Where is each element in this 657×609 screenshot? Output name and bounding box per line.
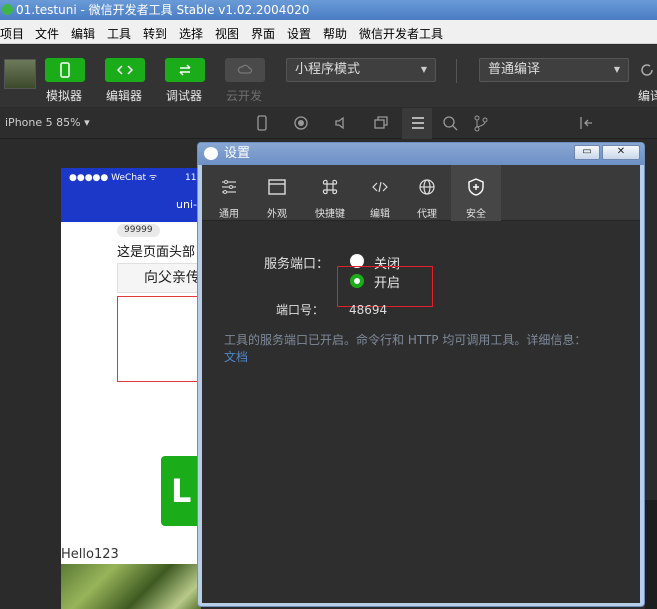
tab-security-label: 安全 bbox=[466, 209, 486, 220]
tab-general[interactable]: 通用 bbox=[204, 165, 254, 221]
sliders-icon bbox=[222, 180, 236, 194]
hello-text: Hello123 bbox=[61, 547, 119, 562]
tab-proxy-label: 代理 bbox=[417, 209, 437, 220]
compile-select-value: 普通编译 bbox=[488, 62, 541, 77]
right-panel-edge bbox=[645, 500, 657, 609]
chevron-down-icon: ▼ bbox=[613, 65, 620, 74]
settings-tabs: 通用 外观 快捷键 编辑 代理 安全 bbox=[202, 165, 640, 221]
simulator-button[interactable] bbox=[45, 58, 85, 82]
settings-dialog: 设置 ▭ ✕ 通用 外观 快捷键 编辑 代理 安全 服务端口： 关闭 开启 端口… bbox=[197, 142, 645, 607]
compile-label: 编译 bbox=[638, 89, 657, 103]
menu-wechat-devtools[interactable]: 微信开发者工具 bbox=[359, 25, 443, 42]
nav-bar: uni- bbox=[61, 188, 201, 222]
menu-select[interactable]: 选择 bbox=[179, 25, 203, 42]
debugger-label: 调试器 bbox=[166, 89, 203, 103]
tab-appearance-label: 外观 bbox=[267, 209, 287, 220]
window-icon bbox=[268, 179, 286, 195]
code-icon bbox=[372, 181, 388, 193]
window-title-bar: 01.testuni - 微信开发者工具 Stable v1.02.200402… bbox=[0, 0, 657, 20]
device-select[interactable]: iPhone 5 85% ▾ bbox=[5, 116, 90, 129]
menu-interface[interactable]: 界面 bbox=[251, 25, 275, 42]
send-to-parent-button[interactable]: 向父亲传 bbox=[117, 263, 201, 293]
volume-icon[interactable] bbox=[332, 114, 350, 132]
phone-icon[interactable] bbox=[253, 114, 271, 132]
menu-view[interactable]: 视图 bbox=[215, 25, 239, 42]
highlight-annotation bbox=[337, 266, 433, 307]
menu-settings[interactable]: 设置 bbox=[287, 25, 311, 42]
toolbar-divider bbox=[456, 59, 457, 83]
wechat-icon bbox=[204, 147, 218, 160]
search-icon[interactable] bbox=[441, 114, 459, 132]
nav-title: uni- bbox=[176, 198, 197, 211]
page-header-text: 这是页面头部 bbox=[117, 245, 196, 260]
tab-general-label: 通用 bbox=[219, 209, 239, 220]
menu-goto[interactable]: 转到 bbox=[143, 25, 167, 42]
chevron-down-icon: ▼ bbox=[420, 65, 427, 74]
shield-icon bbox=[468, 178, 484, 196]
collapse-icon[interactable] bbox=[577, 114, 595, 132]
dialog-title: 设置 bbox=[224, 146, 251, 161]
avatar[interactable] bbox=[4, 59, 36, 89]
app-icon bbox=[2, 4, 13, 15]
debugger-button[interactable] bbox=[165, 58, 205, 82]
main-toolbar: 模拟器 编辑器 调试器 云开发 小程序模式 ▼ 普通编译 ▼ 编译 bbox=[0, 45, 657, 107]
editor-button[interactable] bbox=[105, 58, 145, 82]
count-badge: 99999 bbox=[117, 224, 160, 237]
doc-link[interactable]: 文档 bbox=[224, 348, 248, 365]
phone-status-bar: ●●●●● WeChat ᯤ 11 bbox=[61, 168, 201, 188]
tab-shortcuts[interactable]: 快捷键 bbox=[305, 165, 355, 221]
command-icon bbox=[322, 179, 338, 195]
status-time: 11 bbox=[185, 173, 197, 183]
carrier-status: ●●●●● WeChat ᯤ bbox=[69, 173, 158, 183]
compile-select[interactable]: 普通编译 ▼ bbox=[479, 58, 629, 82]
mode-select-value: 小程序模式 bbox=[295, 62, 361, 77]
menu-file[interactable]: 文件 bbox=[35, 25, 59, 42]
list-tab[interactable] bbox=[402, 108, 432, 139]
tab-edit-label: 编辑 bbox=[370, 209, 390, 220]
cloud-label: 云开发 bbox=[226, 89, 263, 103]
menu-bar: 项目 文件 编辑 工具 转到 选择 视图 界面 设置 帮助 微信开发者工具 bbox=[0, 20, 657, 44]
branch-icon[interactable] bbox=[472, 114, 490, 132]
record-icon[interactable] bbox=[292, 114, 310, 132]
windows-icon[interactable] bbox=[372, 114, 390, 132]
port-label: 端口号： bbox=[276, 303, 325, 317]
refresh-icon[interactable] bbox=[638, 61, 656, 79]
debug-icon bbox=[179, 64, 191, 76]
menu-project[interactable]: 项目 bbox=[0, 25, 24, 42]
list-icon bbox=[412, 117, 424, 129]
close-button[interactable]: ✕ bbox=[602, 145, 640, 160]
menu-edit[interactable]: 编辑 bbox=[71, 25, 95, 42]
dialog-title-bar: 设置 ▭ ✕ bbox=[198, 143, 644, 165]
cloud-icon bbox=[237, 64, 253, 74]
window-title: 01.testuni - 微信开发者工具 Stable v1.02.200402… bbox=[16, 3, 310, 17]
port-value: 48694 bbox=[349, 303, 388, 317]
service-port-label: 服务端口： bbox=[264, 257, 330, 272]
globe-icon bbox=[419, 179, 435, 195]
photo-image bbox=[61, 564, 201, 609]
cloud-button[interactable] bbox=[225, 58, 265, 82]
menu-tools[interactable]: 工具 bbox=[107, 25, 131, 42]
tab-security[interactable]: 安全 bbox=[451, 165, 501, 221]
simulator-screen: ●●●●● WeChat ᯤ 11 uni- 99999 这是页面头部 向父亲传… bbox=[61, 168, 201, 609]
code-icon bbox=[117, 65, 133, 75]
phone-icon bbox=[60, 62, 70, 78]
minimize-button[interactable]: ▭ bbox=[574, 145, 600, 160]
service-port-info: 工具的服务端口已开启。命令行和 HTTP 均可调用工具。详细信息： bbox=[224, 333, 587, 347]
tab-appearance[interactable]: 外观 bbox=[252, 165, 302, 221]
menu-help[interactable]: 帮助 bbox=[323, 25, 347, 42]
simulator-subbar: iPhone 5 85% ▾ bbox=[0, 108, 657, 139]
simulator-label: 模拟器 bbox=[46, 89, 83, 103]
mode-select[interactable]: 小程序模式 ▼ bbox=[286, 58, 436, 82]
line-logo: L bbox=[161, 456, 201, 526]
editor-label: 编辑器 bbox=[106, 89, 143, 103]
dialog-body: 通用 外观 快捷键 编辑 代理 安全 服务端口： 关闭 开启 端口号： 4869… bbox=[202, 165, 640, 603]
tab-shortcuts-label: 快捷键 bbox=[315, 209, 345, 220]
bordered-box bbox=[117, 296, 201, 382]
tab-edit[interactable]: 编辑 bbox=[355, 165, 405, 221]
tab-proxy[interactable]: 代理 bbox=[402, 165, 452, 221]
